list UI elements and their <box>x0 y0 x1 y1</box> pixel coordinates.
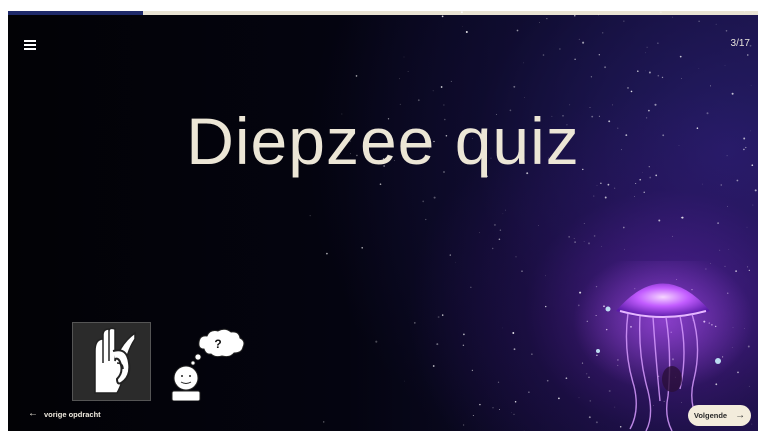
page-title: Diepzee quiz <box>186 104 580 178</box>
arrow-right-icon: → <box>735 409 746 421</box>
hamburger-menu-icon[interactable] <box>22 37 38 53</box>
slide-counter: 3/17 <box>730 38 750 49</box>
previous-assignment-label: vorige opdracht <box>44 409 101 419</box>
next-button-label: Volgende <box>693 411 728 420</box>
listen-ear-icon <box>72 322 151 401</box>
previous-assignment-button[interactable]: ← vorige opdracht <box>28 409 101 419</box>
slide-frame: 3/17 Diepzee quiz ? ← vorige opdracht Vo… <box>8 11 758 431</box>
next-button[interactable]: Volgende → <box>688 405 751 426</box>
thinking-question-icon: ? <box>168 325 248 402</box>
arrow-left-icon: ← <box>28 408 38 419</box>
svg-text:?: ? <box>214 337 221 351</box>
